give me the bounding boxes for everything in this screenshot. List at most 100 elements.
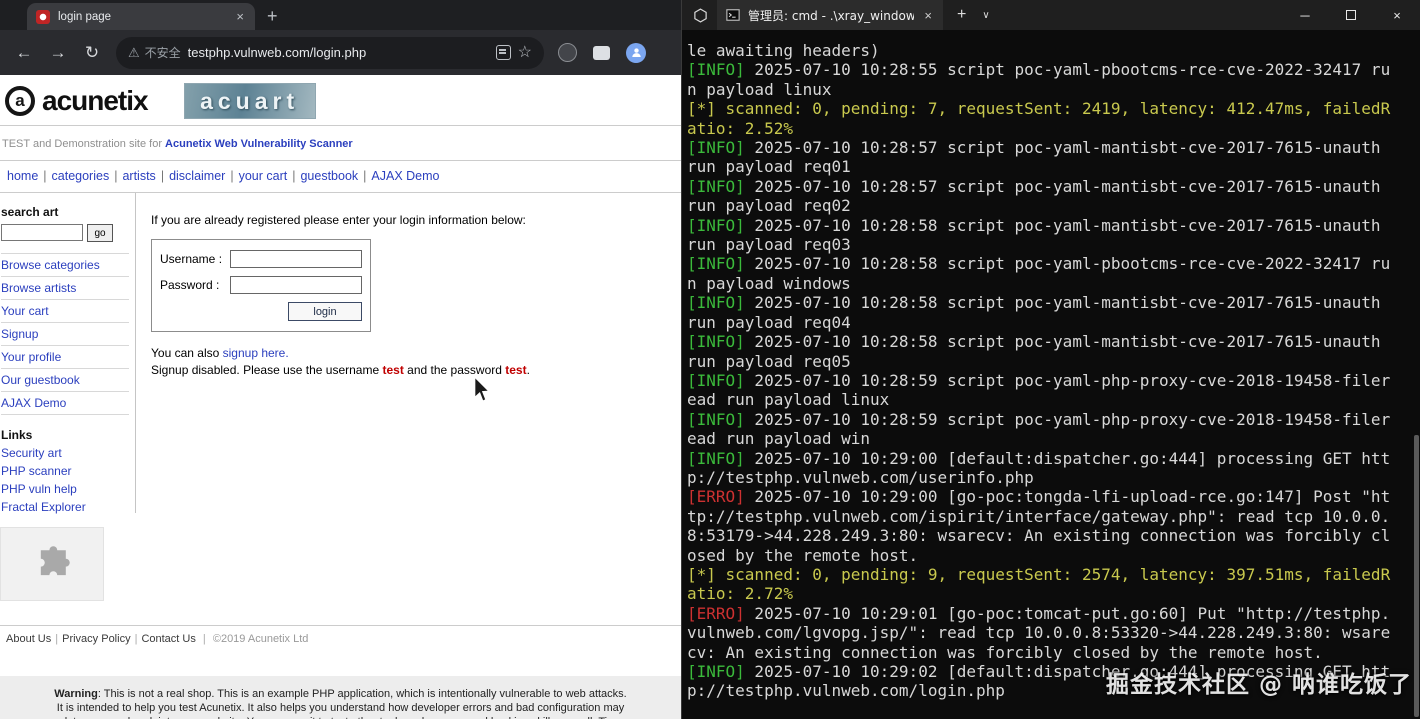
terminal-output[interactable]: le awaiting headers) [INFO] 2025-07-10 10… [682,30,1420,719]
page-content: search art go Browse categories Browse ar… [0,193,681,601]
sidebar-link-fractal-explorer[interactable]: Fractal Explorer [1,498,129,516]
back-icon[interactable]: ← [8,37,40,69]
footer-link-contact-us[interactable]: Contact Us [141,633,195,645]
nav-link-ajax-demo[interactable]: AJAX Demo [371,169,439,183]
sidebar-link-signup[interactable]: Signup [1,323,129,346]
browser-toolbar: ← → ↻ ⚠ 不安全 testphp.vulnweb.com/login.ph… [0,30,681,75]
webpage: a acunetix acuart TEST and Demonstration… [0,75,681,719]
username-row: Username : [160,250,362,268]
terminal-line: [INFO] 2025-07-10 10:28:58 script poc-ya… [687,293,1381,313]
warning-line-2: It is intended to help you test Acunetix… [56,702,625,714]
button-row: login [160,302,362,321]
sidebar-link-php-scanner[interactable]: PHP scanner [1,462,129,480]
sidebar-link-browse-artists[interactable]: Browse artists [1,277,129,300]
new-tab-button[interactable]: + [267,7,278,25]
disabled-text-2: and the password [403,363,506,377]
search-row: go [1,224,129,253]
terminal-line: run payload req02 [687,196,851,216]
username-label: Username : [160,252,223,266]
extension-icon-2[interactable] [593,45,610,60]
sidebar-link-your-profile[interactable]: Your profile [1,346,129,369]
search-input[interactable] [1,224,83,241]
tagline-text: TEST and Demonstration site for [2,138,162,150]
terminal-line: run payload req04 [687,312,851,332]
bookmark-star-icon[interactable]: ☆ [518,44,532,61]
login-intro-text: If you are already registered please ent… [151,213,526,227]
url-text[interactable]: testphp.vulnweb.com/login.php [188,45,489,60]
nav-link-categories[interactable]: categories [52,169,110,183]
forward-icon[interactable]: → [42,37,74,69]
acuart-banner-text: acuart [200,87,300,114]
password-row: Password : [160,276,362,294]
terminal-app-icon [693,7,708,23]
terminal-line: [INFO] 2025-07-10 10:28:57 script poc-ya… [687,176,1381,196]
sidebar-link-php-vuln-help[interactable]: PHP vuln help [1,480,129,498]
nav-link-separator: | [230,169,234,183]
minimize-button[interactable]: ─ [1282,0,1328,30]
links-heading: Links [1,428,33,442]
search-go-button[interactable]: go [87,224,113,242]
terminal-scrollbar[interactable] [1414,435,1419,717]
sidebar-link-your-cart[interactable]: Your cart [1,300,129,323]
terminal-line: [INFO] 2025-07-10 10:28:59 script poc-ya… [687,370,1391,390]
acunetix-logo[interactable]: a acunetix [5,85,149,117]
username-input[interactable] [230,250,362,268]
browser-tab[interactable]: login page × [27,3,255,30]
sidebar-external-links: Security art PHP scanner PHP vuln help Frac… [1,444,129,516]
password-input[interactable] [230,276,362,294]
nav-link-home[interactable]: home [7,169,38,183]
nav-link-separator: | [114,169,118,183]
nav-link-separator: | [43,169,47,183]
terminal-line: n payload linux [687,79,832,99]
terminal-line: run payload req01 [687,157,851,177]
terminal-tab-close-icon[interactable]: × [922,8,934,23]
translate-icon[interactable] [495,45,511,60]
tagline-link[interactable]: Acunetix Web Vulnerability Scanner [165,138,353,150]
puzzle-piece-icon [40,546,70,576]
sidebar-link-security-art[interactable]: Security art [1,444,129,462]
terminal-line: [INFO] 2025-07-10 10:29:00 [default:disp… [687,448,1391,468]
sidebar-link-ajax-demo[interactable]: AJAX Demo [1,392,129,415]
disabled-text-1: Signup disabled. Please use the username [151,363,383,377]
tab-title: login page [58,10,112,23]
footer-link-about-us[interactable]: About Us [6,633,51,645]
terminal-new-tab-button[interactable]: + [957,6,966,24]
footer-link-privacy-policy[interactable]: Privacy Policy [62,633,130,645]
signup-here-link[interactable]: signup here. [223,346,289,360]
footer-link-separator: | [134,633,138,645]
terminal-line: cv: An existing connection was forcibly … [687,642,1323,662]
acunetix-logo-mark-icon: a [5,86,35,116]
profile-avatar-icon[interactable] [626,42,646,63]
terminal-line: n payload windows [687,273,851,293]
nav-link-artists[interactable]: artists [122,169,155,183]
warning-text-1: : This is not a real shop. This is an ex… [97,688,627,700]
sidebar-inner: search art go Browse categories Browse ar… [0,193,136,516]
nav-link-your-cart[interactable]: your cart [239,169,288,183]
security-chip[interactable]: ⚠ 不安全 [128,44,181,61]
terminal-line: [INFO] 2025-07-10 10:28:55 script poc-ya… [687,60,1391,80]
terminal-line: [ERRO] 2025-07-10 10:29:00 [go-poc:tongd… [687,487,1391,507]
maximize-button[interactable] [1328,0,1374,30]
search-art-heading: search art [1,205,59,219]
not-secure-warning-icon: ⚠ [128,44,140,60]
sidebar-link-our-guestbook[interactable]: Our guestbook [1,369,129,392]
password-label: Password : [160,278,220,292]
site-footer: About Us | Privacy Policy | Contact Us | ©20… [0,625,681,645]
terminal-line: 8:53179->44.228.249.3:80: wsarecv: An ex… [687,526,1391,546]
signup-prefix: You can also [151,346,223,360]
reload-icon[interactable]: ↻ [76,37,108,69]
login-button[interactable]: login [288,302,362,321]
tab-close-icon[interactable]: × [234,9,246,24]
extension-icon-1[interactable] [558,43,577,62]
nav-link-separator: | [292,169,296,183]
terminal-tab[interactable]: 管理员: cmd - .\xray_windows... × [717,0,943,30]
terminal-tab-dropdown-icon[interactable]: ∨ [982,10,989,21]
sidebar-link-browse-categories[interactable]: Browse categories [1,254,129,277]
terminal-line: run payload req05 [687,351,851,371]
warning-line-1: Warning: This is not a real shop. This i… [0,687,681,701]
nav-link-guestbook[interactable]: guestbook [300,169,358,183]
address-bar[interactable]: ⚠ 不安全 testphp.vulnweb.com/login.php ☆ [116,36,544,69]
nav-link-disclaimer[interactable]: disclaimer [169,169,225,183]
close-button[interactable]: × [1374,0,1420,30]
password-hint: test [505,363,527,377]
